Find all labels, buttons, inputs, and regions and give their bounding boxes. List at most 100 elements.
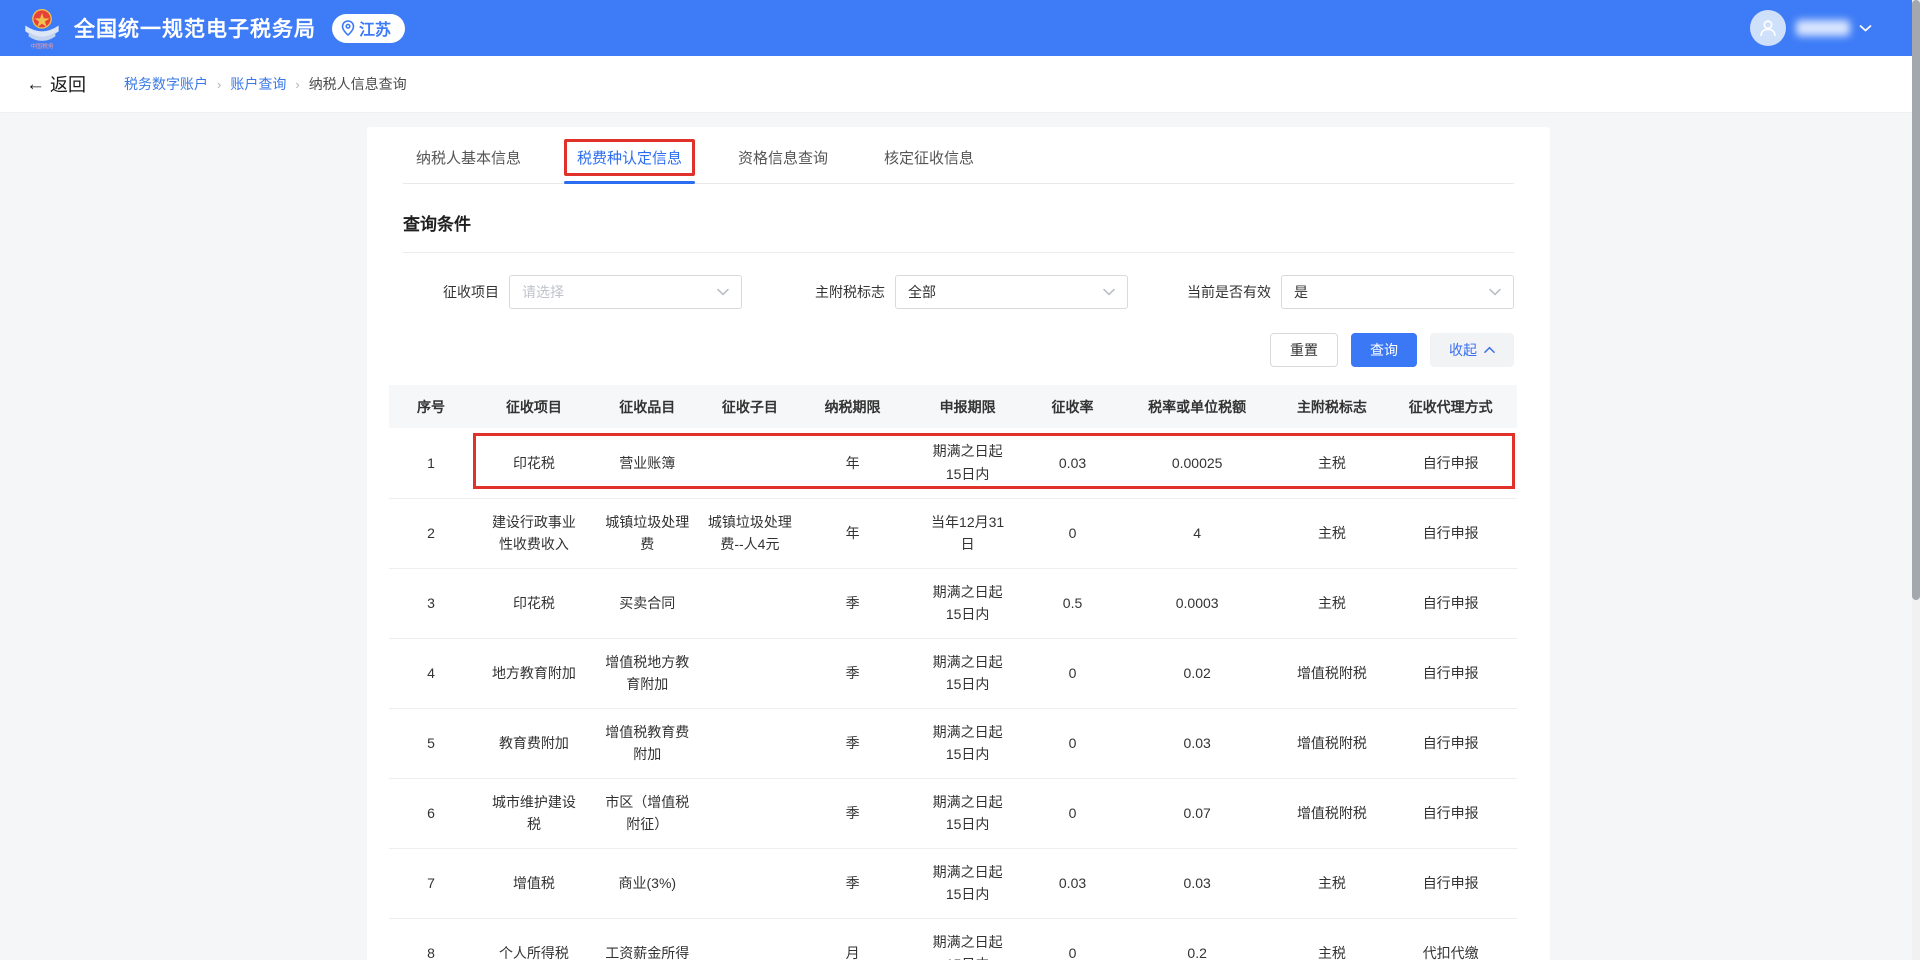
select-placeholder: 请选择	[522, 282, 717, 302]
table-cell: 增值税附税	[1280, 708, 1385, 778]
main-surtax-flag-select[interactable]: 全部	[895, 275, 1128, 309]
user-avatar[interactable]	[1750, 10, 1786, 46]
table-cell: 增值税教育费 附加	[595, 708, 700, 778]
table-cell: 主税	[1280, 848, 1385, 918]
table-cell: 0.5	[1030, 568, 1115, 638]
results-table: 序号征收项目征收品目征收子目纳税期限申报期限征收率税率或单位税额主附税标志征收代…	[389, 385, 1517, 960]
svg-text:中国税务: 中国税务	[30, 42, 53, 49]
chevron-down-icon	[1489, 288, 1501, 296]
table-cell: 2	[389, 498, 473, 568]
table-cell	[700, 918, 800, 960]
select-value: 是	[1294, 282, 1489, 302]
query-actions: 重置 查询 收起	[403, 333, 1514, 367]
table-cell: 买卖合同	[595, 568, 700, 638]
table-cell: 0	[1030, 708, 1115, 778]
table-cell: 期满之日起 15日内	[905, 848, 1030, 918]
table-cell: 增值税地方教 育附加	[595, 638, 700, 708]
table-cell: 6	[389, 778, 473, 848]
tab-qualification-info[interactable]: 资格信息查询	[725, 135, 841, 183]
table-cell: 3	[389, 568, 473, 638]
user-icon	[1757, 17, 1779, 39]
user-menu-chevron-icon[interactable]	[1859, 24, 1872, 33]
table-column-header: 申报期限	[905, 385, 1030, 428]
scrollbar-thumb[interactable]	[1912, 0, 1920, 600]
breadcrumb-current-page: 纳税人信息查询	[309, 74, 407, 94]
table-cell: 期满之日起 15日内	[905, 428, 1030, 498]
table-cell: 4	[389, 638, 473, 708]
chevron-down-icon	[717, 288, 729, 296]
chevron-right-icon: ›	[217, 77, 221, 92]
table-cell: 城市维护建设 税	[473, 778, 595, 848]
field-currently-valid: 当前是否有效 是	[1175, 275, 1514, 309]
tab-taxpayer-basic-info[interactable]: 纳税人基本信息	[403, 135, 534, 183]
table-column-header: 征收子目	[700, 385, 800, 428]
table-cell: 自行申报	[1384, 428, 1517, 498]
table-cell: 自行申报	[1384, 708, 1517, 778]
table-row: 3印花税买卖合同季期满之日起 15日内0.50.0003主税自行申报	[389, 568, 1517, 638]
field-label: 征收项目	[403, 282, 499, 302]
breadcrumb-digital-account[interactable]: 税务数字账户	[124, 74, 208, 94]
table-cell: 0.03	[1030, 848, 1115, 918]
table-cell: 自行申报	[1384, 778, 1517, 848]
breadcrumb-account-query[interactable]: 账户查询	[230, 74, 286, 94]
table-row: 4地方教育附加增值税地方教 育附加季期满之日起 15日内00.02增值税附税自行…	[389, 638, 1517, 708]
table-cell: 0	[1030, 918, 1115, 960]
section-divider	[403, 252, 1514, 253]
table-column-header: 纳税期限	[800, 385, 905, 428]
table-cell	[700, 428, 800, 498]
table-cell: 4	[1115, 498, 1280, 568]
currently-valid-select[interactable]: 是	[1281, 275, 1514, 309]
collection-project-select[interactable]: 请选择	[509, 275, 742, 309]
region-label: 江苏	[359, 16, 391, 40]
annotation-box-tab: 税费种认定信息	[564, 139, 695, 176]
table-header-row: 序号征收项目征收品目征收子目纳税期限申报期限征收率税率或单位税额主附税标志征收代…	[389, 385, 1517, 428]
table-cell: 季	[800, 848, 905, 918]
table-cell: 1	[389, 428, 473, 498]
field-label: 主附税标志	[789, 282, 885, 302]
location-pin-icon	[341, 20, 355, 36]
table-cell: 期满之日起 15日内	[905, 708, 1030, 778]
table-cell: 建设行政事业 性收费收入	[473, 498, 595, 568]
reset-button[interactable]: 重置	[1270, 333, 1338, 367]
table-cell	[700, 568, 800, 638]
table-cell: 月	[800, 918, 905, 960]
table-cell: 0.00025	[1115, 428, 1280, 498]
table-cell: 季	[800, 568, 905, 638]
tab-assessed-collection-info[interactable]: 核定征收信息	[871, 135, 987, 183]
table-cell: 5	[389, 708, 473, 778]
table-cell: 增值税附税	[1280, 638, 1385, 708]
table-cell: 0	[1030, 638, 1115, 708]
region-badge[interactable]: 江苏	[332, 14, 405, 43]
content-card: 纳税人基本信息 税费种认定信息 资格信息查询 核定征收信息 查询条件 征收项目 …	[367, 127, 1550, 960]
chevron-right-icon: ›	[295, 77, 299, 92]
table-cell: 地方教育附加	[473, 638, 595, 708]
query-conditions-title: 查询条件	[403, 210, 1514, 235]
scrollbar-track	[1912, 0, 1920, 960]
search-button[interactable]: 查询	[1351, 333, 1417, 367]
select-value: 全部	[908, 282, 1103, 302]
breadcrumb-bar: ← 返回 税务数字账户 › 账户查询 › 纳税人信息查询	[0, 56, 1920, 113]
table-cell: 工资薪金所得	[595, 918, 700, 960]
table-cell: 0.07	[1115, 778, 1280, 848]
back-button[interactable]: ← 返回	[26, 71, 86, 97]
table-column-header: 税率或单位税额	[1115, 385, 1280, 428]
field-label: 当前是否有效	[1175, 282, 1271, 302]
table-cell: 主税	[1280, 428, 1385, 498]
query-form: 征收项目 请选择 主附税标志 全部 当前是否有效 是	[403, 275, 1514, 309]
username-redacted	[1796, 20, 1850, 36]
table-cell: 教育费附加	[473, 708, 595, 778]
table-cell: 城镇垃圾处理 费--人4元	[700, 498, 800, 568]
table-cell: 印花税	[473, 568, 595, 638]
tab-tax-category-info[interactable]: 税费种认定信息	[564, 135, 695, 183]
table-cell: 代扣代缴	[1384, 918, 1517, 960]
table-cell: 期满之日起 15日内	[905, 778, 1030, 848]
table-cell	[700, 778, 800, 848]
table-cell: 主税	[1280, 498, 1385, 568]
back-label: 返回	[50, 71, 86, 97]
table-cell	[700, 638, 800, 708]
collapse-button[interactable]: 收起	[1430, 333, 1514, 367]
table-cell: 期满之日起 15日内	[905, 568, 1030, 638]
chevron-down-icon	[1103, 288, 1115, 296]
table-cell: 7	[389, 848, 473, 918]
table-cell: 自行申报	[1384, 638, 1517, 708]
